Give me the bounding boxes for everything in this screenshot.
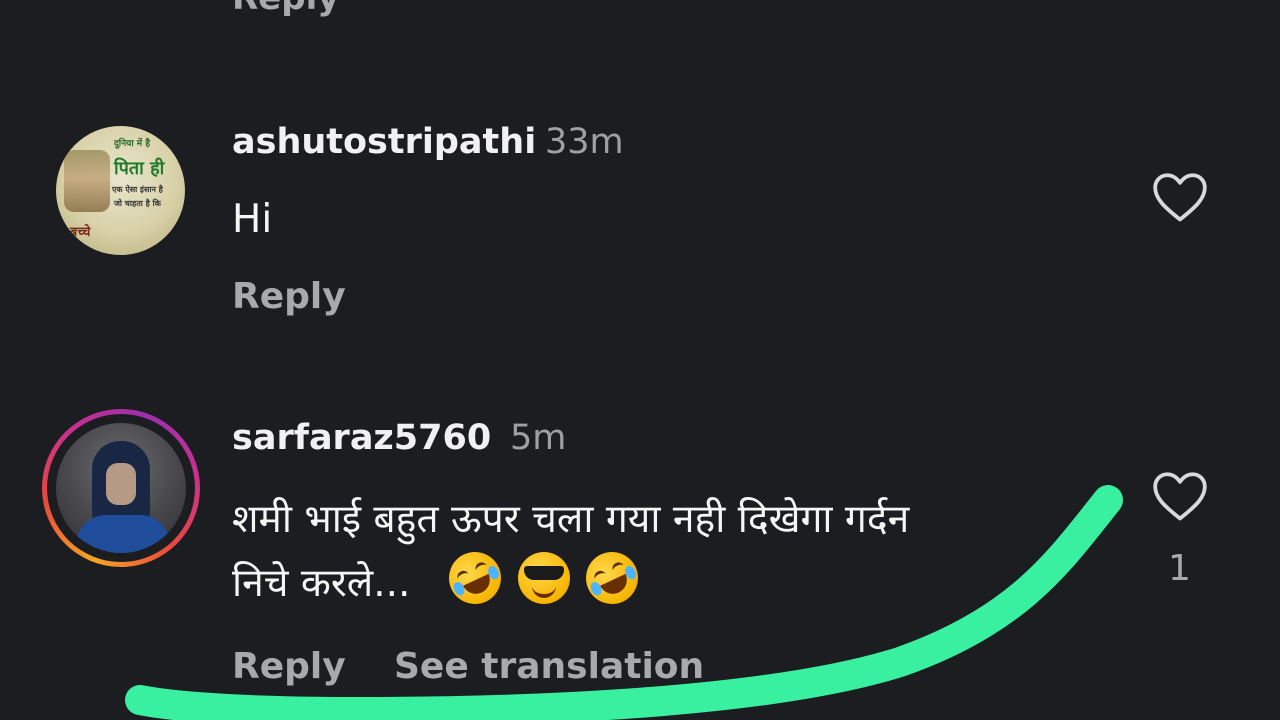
avatar-text: एक ऐसा इंसान है [112, 184, 163, 194]
story-ring[interactable] [42, 409, 200, 567]
emoji-eye [610, 560, 626, 574]
avatar-text: दुनिया में है [114, 139, 151, 149]
previous-reply-link[interactable]: Reply [232, 0, 339, 18]
avatar-text: रे बच्चे [60, 225, 91, 240]
heart-outline-icon[interactable] [1151, 470, 1209, 522]
emoji-eye [473, 560, 489, 574]
reply-button[interactable]: Reply [232, 276, 346, 317]
smiling-face-with-sunglasses-emoji [517, 552, 570, 604]
like-count: 1 [1168, 548, 1191, 589]
avatar[interactable] [56, 423, 186, 553]
avatar-shirt [76, 515, 170, 553]
avatar-text: जो चाहता है कि [114, 198, 161, 208]
comment-timestamp: 33m [545, 122, 624, 162]
comments-screen: Reply दुनिया में है पिता ही एक ऐसा इंसान… [0, 0, 1280, 720]
comment-text-line-1: शमी भाई बहुत ऊपर चला गया नही दिखेगा गर्द… [232, 497, 910, 542]
comment-username[interactable]: sarfaraz5760 [232, 418, 491, 458]
avatar-face [106, 463, 136, 505]
emoji-smile [531, 584, 556, 598]
comment-text-line-2-text: निचे करले... [232, 561, 411, 606]
emoji-sunglasses [523, 566, 564, 580]
avatar-photo [64, 150, 110, 212]
emoji-eye [455, 568, 471, 583]
avatar-text: पिता ही [114, 158, 165, 179]
comment-timestamp: 5m [510, 418, 567, 458]
heart-outline-icon[interactable] [1151, 171, 1209, 223]
comment-text-line-2: निचे करले... [232, 543, 647, 615]
see-translation-button[interactable]: See translation [394, 646, 704, 687]
comment-username[interactable]: ashutostripathi [232, 122, 536, 162]
emoji-eye [592, 568, 608, 583]
comment-text: Hi [232, 197, 273, 242]
avatar[interactable]: दुनिया में है पिता ही एक ऐसा इंसान है जो… [56, 126, 185, 255]
rolling-on-floor-laughing-emoji [440, 543, 510, 613]
reply-button[interactable]: Reply [232, 646, 346, 687]
rolling-on-floor-laughing-emoji [577, 543, 647, 613]
